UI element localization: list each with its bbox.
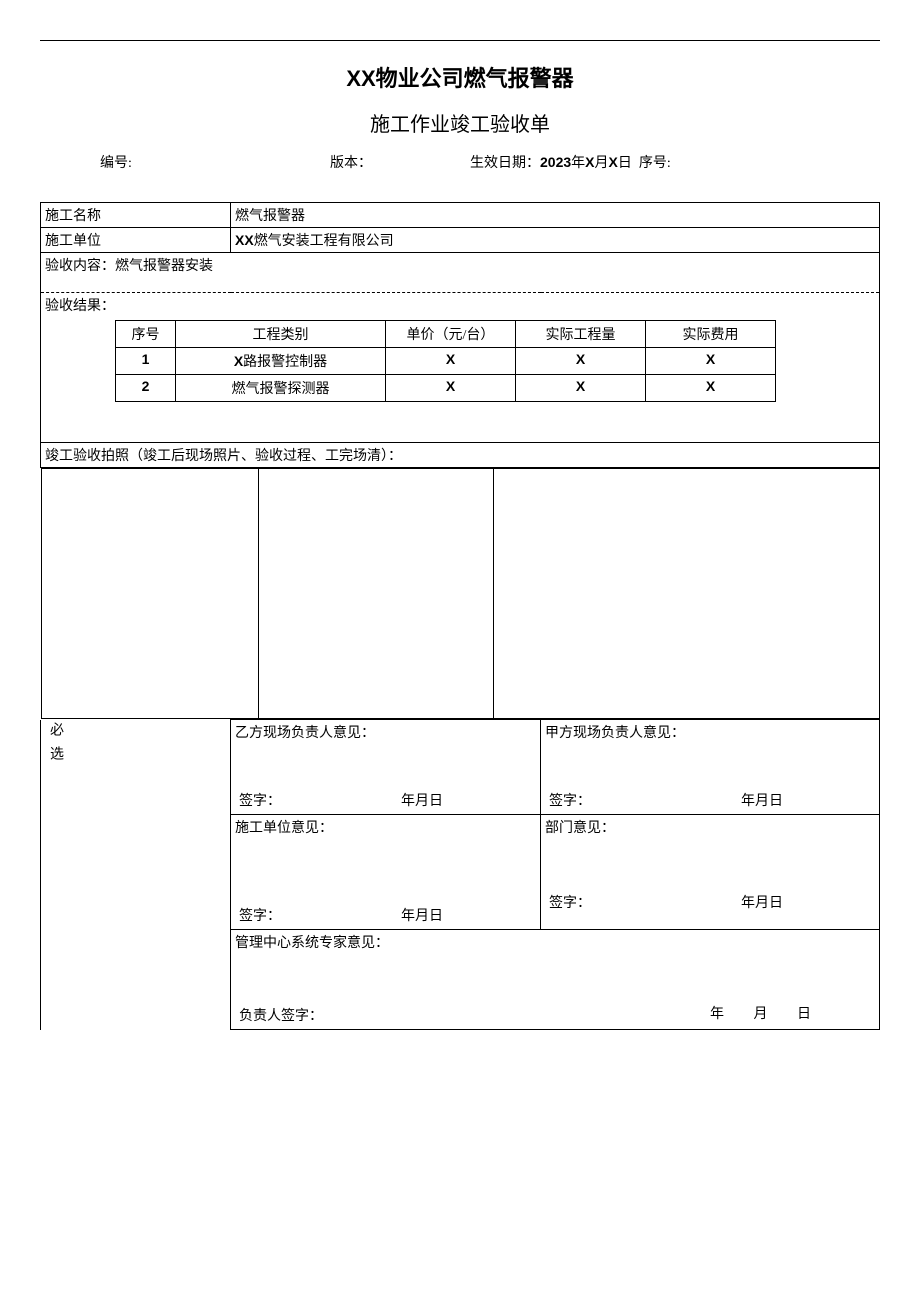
results-header-qty: 实际工程量 [516,321,646,348]
row1-seq: 1 [116,348,176,375]
meta-version-label: 版本： [330,152,470,172]
row2-cost: X [646,375,776,402]
meta-seq-label: 序号: [639,156,671,171]
party-b-date: 年月日 [401,790,443,810]
main-table: 施工名称 燃气报警器 施工单位 XX燃气安装工程有限公司 验收内容：燃气报警器安… [40,202,880,1030]
row1-cost: X [646,348,776,375]
photo-slot-2 [259,469,494,719]
title-rest: 物业公司燃气报警器 [376,66,574,91]
document-title: XX物业公司燃气报警器 [40,61,880,93]
party-a-label: 甲方现场负责人意见： [545,722,875,742]
department-opinion: 部门意见： 签字： 年月日 [541,815,880,930]
results-header-cat: 工程类别 [176,321,386,348]
meta-row: 编号: 版本： 生效日期：2023年X月X日 序号: [40,152,880,172]
photo-grid [41,468,880,719]
expert-month: 月 [728,1003,768,1023]
results-header-cost: 实际费用 [646,321,776,348]
row1-qty: X [516,348,646,375]
meta-date-month: X [585,154,594,170]
meta-date-year: 2023 [540,154,571,170]
unit-rest: 燃气安装工程有限公司 [254,234,394,249]
row1-price: X [386,348,516,375]
required-side-text: 必选 [45,722,65,770]
construction-sig-label: 签字： [239,909,281,924]
title-company: XX [346,66,375,91]
construction-unit-value: XX燃气安装工程有限公司 [231,228,880,253]
construction-unit-label: 施工单位 [41,228,231,253]
row2-price: X [386,375,516,402]
department-sig-label: 签字： [549,896,591,911]
expert-date: 年 月 日 [684,1003,811,1023]
meta-date-m: 月 [595,156,609,171]
party-b-opinion: 乙方现场负责人意见： 签字： 年月日 [231,720,541,815]
row1-cat-rest: 路报警控制器 [243,355,327,370]
meta-date-day: X [609,154,618,170]
expert-sig-label: 负责人签字： [239,1009,323,1024]
department-date: 年月日 [741,892,783,912]
row2-seq: 2 [116,375,176,402]
required-side-label: 必选 [41,720,231,1030]
acceptance-content: 验收内容：燃气报警器安装 [41,253,880,293]
row2-cat-rest: 燃气报警探测器 [232,382,330,397]
photo-section-label: 竣工验收拍照（竣工后现场照片、验收过程、工完场清）： [41,443,880,468]
meta-number-label: 编号: [100,152,330,172]
results-header-price: 单价（元/台） [386,321,516,348]
acceptance-results-section: 验收结果： 序号 工程类别 单价（元/台） 实际工程量 实际费用 1 X路报警控… [41,293,880,443]
project-name-value: 燃气报警器 [231,203,880,228]
results-table: 序号 工程类别 单价（元/台） 实际工程量 实际费用 1 X路报警控制器 X X… [115,320,776,402]
project-name-label: 施工名称 [41,203,231,228]
meta-date-d: 日 [618,156,632,171]
party-a-date: 年月日 [741,790,783,810]
results-label: 验收结果： [45,295,875,315]
party-a-opinion: 甲方现场负责人意见： 签字： 年月日 [541,720,880,815]
expert-opinion-label: 管理中心系统专家意见： [235,932,875,952]
table-row: 1 X路报警控制器 X X X [116,348,776,375]
photo-slot-3 [494,469,880,719]
photo-slot-1 [41,469,259,719]
construction-opinion-label: 施工单位意见： [235,817,536,837]
row2-cat: 燃气报警探测器 [176,375,386,402]
row1-cat: X路报警控制器 [176,348,386,375]
department-opinion-label: 部门意见： [545,817,875,837]
party-b-sig-label: 签字： [239,794,281,809]
meta-effective-date: 生效日期：2023年X月X日 序号: [470,152,820,172]
meta-date-label: 生效日期： [470,156,540,171]
expert-opinion: 管理中心系统专家意见： 负责人签字： 年 月 日 [231,930,880,1030]
table-row: 2 燃气报警探测器 X X X [116,375,776,402]
party-b-label: 乙方现场负责人意见： [235,722,536,742]
construction-date: 年月日 [401,905,443,925]
row2-qty: X [516,375,646,402]
meta-date-y: 年 [571,156,585,171]
party-a-sig-label: 签字： [549,794,591,809]
expert-day: 日 [771,1003,811,1023]
expert-year: 年 [684,1003,724,1023]
results-header-seq: 序号 [116,321,176,348]
unit-prefix: XX [235,232,254,248]
document-subtitle: 施工作业竣工验收单 [40,108,880,137]
row1-cat-prefix: X [234,353,243,369]
construction-unit-opinion: 施工单位意见： 签字： 年月日 [231,815,541,930]
